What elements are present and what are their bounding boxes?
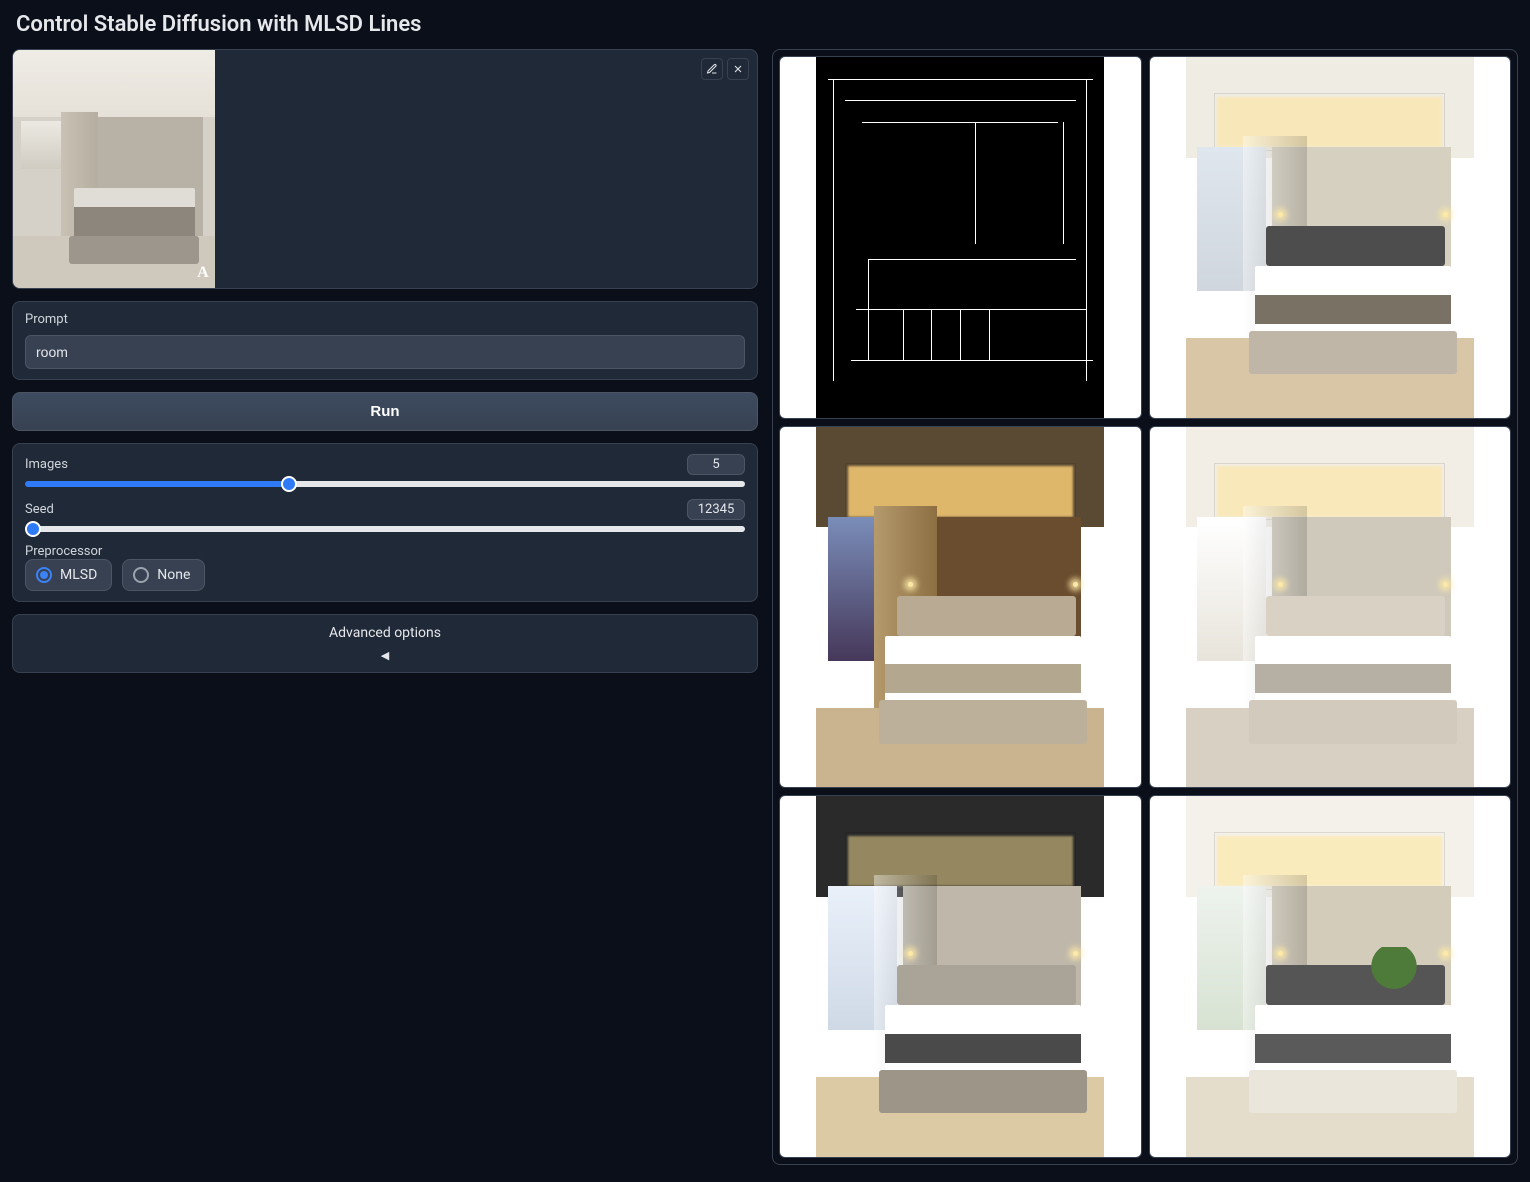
close-icon (732, 63, 744, 75)
prompt-label: Prompt (25, 312, 745, 327)
radio-label: MLSD (60, 567, 97, 583)
gallery-image-4[interactable] (779, 795, 1142, 1158)
preprocessor-label: Preprocessor (25, 544, 745, 559)
gallery-image-2[interactable] (779, 426, 1142, 789)
prompt-input[interactable] (25, 335, 745, 369)
seed-slider-value[interactable]: 12345 (687, 499, 745, 520)
advanced-options-accordion[interactable]: Advanced options ◀ (12, 614, 758, 673)
gallery-image-mlsd[interactable] (779, 56, 1142, 419)
input-image-preview: A (13, 50, 215, 288)
output-gallery (772, 49, 1518, 1165)
radio-dot-icon (133, 567, 149, 583)
images-slider-label: Images (25, 457, 68, 472)
images-slider[interactable] (25, 481, 745, 487)
input-image-panel[interactable]: Image A (12, 49, 758, 289)
gallery-image-1[interactable] (1149, 56, 1512, 419)
chevron-left-icon: ◀ (381, 649, 389, 662)
clear-image-button[interactable] (727, 58, 749, 80)
run-button[interactable]: Run (12, 392, 758, 431)
preprocessor-radio-mlsd[interactable]: MLSD (25, 559, 112, 591)
seed-slider[interactable] (25, 526, 745, 532)
controls-panel: Images 5 Seed 12345 Preprocessor MLSD Non… (12, 443, 758, 602)
radio-dot-icon (36, 567, 52, 583)
pencil-icon (706, 63, 718, 75)
page-title: Control Stable Diffusion with MLSD Lines (16, 12, 1518, 37)
preprocessor-radio-none[interactable]: None (122, 559, 205, 591)
images-slider-value[interactable]: 5 (687, 454, 745, 475)
edit-image-button[interactable] (701, 58, 723, 80)
radio-label: None (157, 567, 190, 583)
gallery-image-3[interactable] (1149, 426, 1512, 789)
advanced-options-label: Advanced options (329, 625, 441, 641)
prompt-panel: Prompt (12, 301, 758, 380)
seed-slider-label: Seed (25, 502, 54, 517)
gallery-image-5[interactable] (1149, 795, 1512, 1158)
